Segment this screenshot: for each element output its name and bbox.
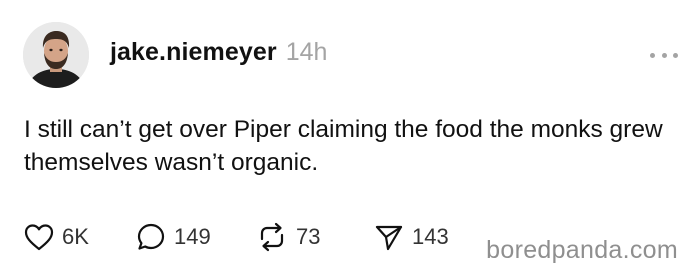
heart-icon bbox=[24, 224, 54, 251]
post-card: jake.niemeyer 14h I still can’t get over… bbox=[0, 0, 700, 276]
reply-button[interactable]: 149 bbox=[136, 220, 211, 254]
more-dot bbox=[673, 52, 678, 58]
reply-count: 149 bbox=[174, 224, 211, 249]
username[interactable]: jake.niemeyer bbox=[110, 38, 277, 67]
watermark: boredpanda.com bbox=[486, 236, 678, 264]
repost-count: 73 bbox=[296, 224, 321, 249]
more-dot bbox=[661, 52, 667, 58]
more-dots-icon[interactable] bbox=[650, 51, 678, 59]
repost-button[interactable]: 73 bbox=[256, 220, 320, 254]
speech-bubble-icon bbox=[137, 223, 165, 250]
post-header: jake.niemeyer 14h bbox=[110, 38, 327, 74]
action-bar: 6K 149 73 143 bbox=[24, 220, 544, 254]
more-dot bbox=[650, 52, 655, 58]
avatar-image bbox=[23, 22, 89, 88]
post-text: I still can’t get over Piper claiming th… bbox=[24, 116, 663, 176]
like-count: 6K bbox=[62, 224, 89, 249]
like-button[interactable]: 6K bbox=[24, 220, 89, 254]
paper-plane-icon bbox=[375, 225, 403, 251]
share-button[interactable]: 143 bbox=[374, 220, 449, 254]
share-count: 143 bbox=[412, 224, 449, 249]
post-timestamp: 14h bbox=[285, 38, 328, 66]
repost-arrows-icon bbox=[260, 222, 284, 252]
avatar[interactable] bbox=[23, 22, 89, 88]
